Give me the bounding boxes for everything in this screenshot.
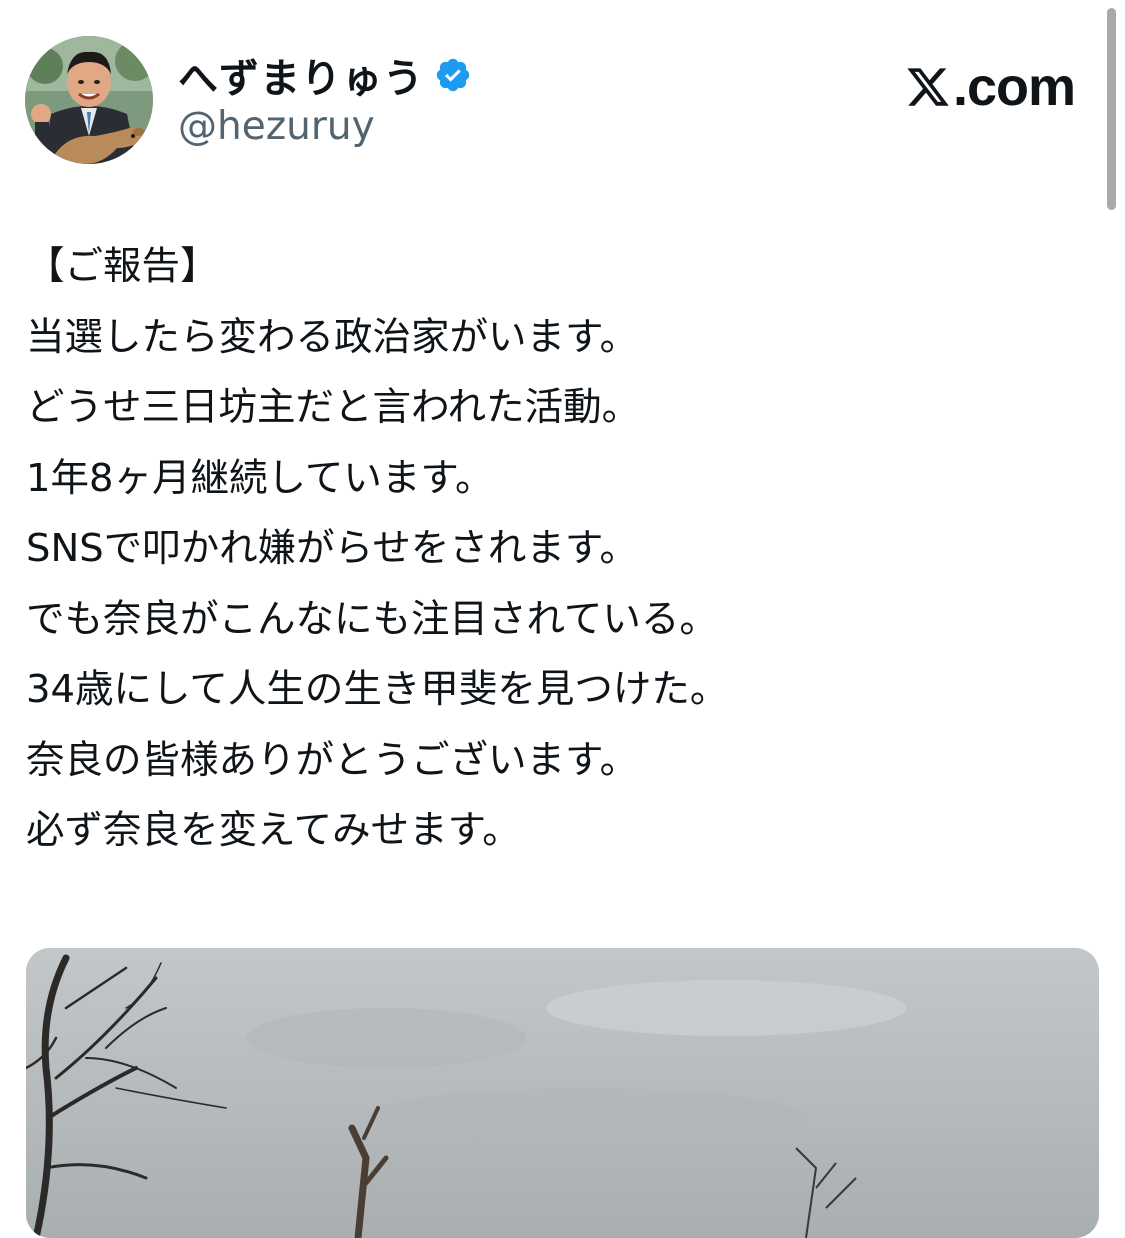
scrollbar-thumb[interactable] (1107, 8, 1116, 210)
tweet-line: 【ご報告】 (26, 244, 219, 289)
site-logo: .com (905, 56, 1076, 118)
tweet-line: どうせ三日坊主だと言われた活動。 (26, 385, 641, 430)
author-handle[interactable]: @hezuruy (178, 104, 375, 149)
tweet-line: 奈良の皆様ありがとうございます。 (26, 737, 639, 783)
tweet-header: へずまりゅう @hezuruy .com (25, 36, 1085, 166)
tweet-line: 34歳にして人生の生き甲斐を見つけた。 (26, 667, 729, 712)
tweet-line: 1年8ヶ月継続しています。 (26, 455, 494, 501)
tweet-media-image[interactable] (26, 948, 1099, 1238)
media-photo (26, 948, 1099, 1238)
site-logo-suffix: .com (952, 57, 1076, 117)
tweet-text: 【ご報告】 当選したら変わる政治家がいます。 どうせ三日坊主だと言われた活動。 … (26, 232, 1066, 867)
avatar-photo (25, 36, 153, 164)
verified-badge-icon (436, 58, 470, 92)
author-name-row: へずまりゅう (178, 50, 472, 102)
tweet-line: でも奈良がこんなにも注目されている。 (26, 596, 718, 642)
author-display-name[interactable]: へずまりゅう (178, 46, 424, 104)
tweet-line: 当選したら変わる政治家がいます。 (26, 314, 639, 360)
author-avatar[interactable] (25, 36, 153, 164)
tweet-line: 必ず奈良を変えてみせます。 (26, 808, 521, 853)
x-logo-icon (907, 68, 949, 106)
tweet-line: SNSで叩かれ嫌がらせをされます。 (26, 526, 639, 571)
